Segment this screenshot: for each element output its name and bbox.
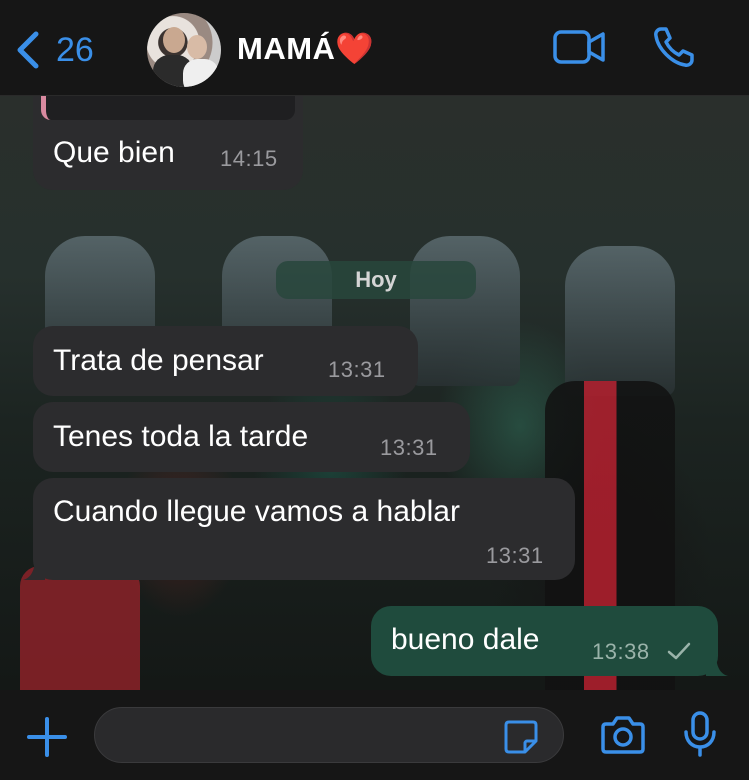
contact-name[interactable]: MAMÁ❤️: [237, 30, 375, 67]
message-bubble-incoming[interactable]: Que bien 14:15: [33, 96, 303, 190]
composer-bar: [0, 690, 749, 780]
microphone-icon: [684, 711, 716, 757]
message-bubble-outgoing[interactable]: bueno dale 13:38: [371, 606, 728, 676]
chevron-left-icon: [17, 31, 39, 69]
plus-icon: [27, 717, 67, 757]
message-time: 13:31: [380, 435, 438, 460]
camera-icon: [601, 716, 645, 754]
message-input[interactable]: [94, 707, 564, 763]
bubble-tail: [23, 558, 45, 580]
sticker-icon: [504, 720, 538, 754]
video-camera-icon: [553, 30, 605, 64]
message-bubble-incoming[interactable]: Cuando llegue vamos a hablar 13:31: [23, 478, 575, 580]
add-attachment-button[interactable]: [26, 716, 68, 763]
video-call-button[interactable]: [552, 28, 606, 71]
sticker-button[interactable]: [503, 719, 539, 760]
message-text: Tenes toda la tarde: [53, 420, 309, 453]
voice-call-button[interactable]: [652, 25, 696, 74]
unread-count: 26: [56, 30, 94, 69]
message-time: 14:15: [220, 146, 278, 171]
back-button[interactable]: 26: [14, 26, 94, 74]
message-bubble-incoming[interactable]: Tenes toda la tarde 13:31: [33, 402, 470, 472]
message-time: 13:31: [486, 543, 544, 568]
message-text: bueno dale: [391, 623, 540, 656]
message-text: Que bien: [53, 136, 175, 169]
message-text: Trata de pensar: [53, 344, 264, 377]
chat-header: 26 MAMÁ❤️: [0, 0, 749, 96]
message-bubble-incoming[interactable]: Trata de pensar 13:31: [33, 326, 418, 396]
message-text: Cuando llegue vamos a hablar: [53, 495, 460, 528]
day-separator: Hoy: [276, 261, 476, 299]
sent-check-icon: [667, 642, 691, 660]
avatar[interactable]: [147, 13, 221, 87]
voice-message-button[interactable]: [682, 710, 718, 763]
camera-button[interactable]: [599, 715, 647, 760]
reply-quote: [41, 96, 295, 120]
bubble-tail: [706, 654, 728, 676]
message-time: 13:31: [328, 357, 386, 382]
phone-icon: [654, 27, 694, 67]
chat-area[interactable]: Que bien 14:15 Hoy Trata de pensar 13:31…: [0, 96, 749, 690]
wallpaper-seat: [410, 236, 520, 386]
message-time: 13:38: [592, 639, 650, 664]
wallpaper-seat: [565, 246, 675, 396]
wallpaper-jersey: [20, 566, 140, 690]
